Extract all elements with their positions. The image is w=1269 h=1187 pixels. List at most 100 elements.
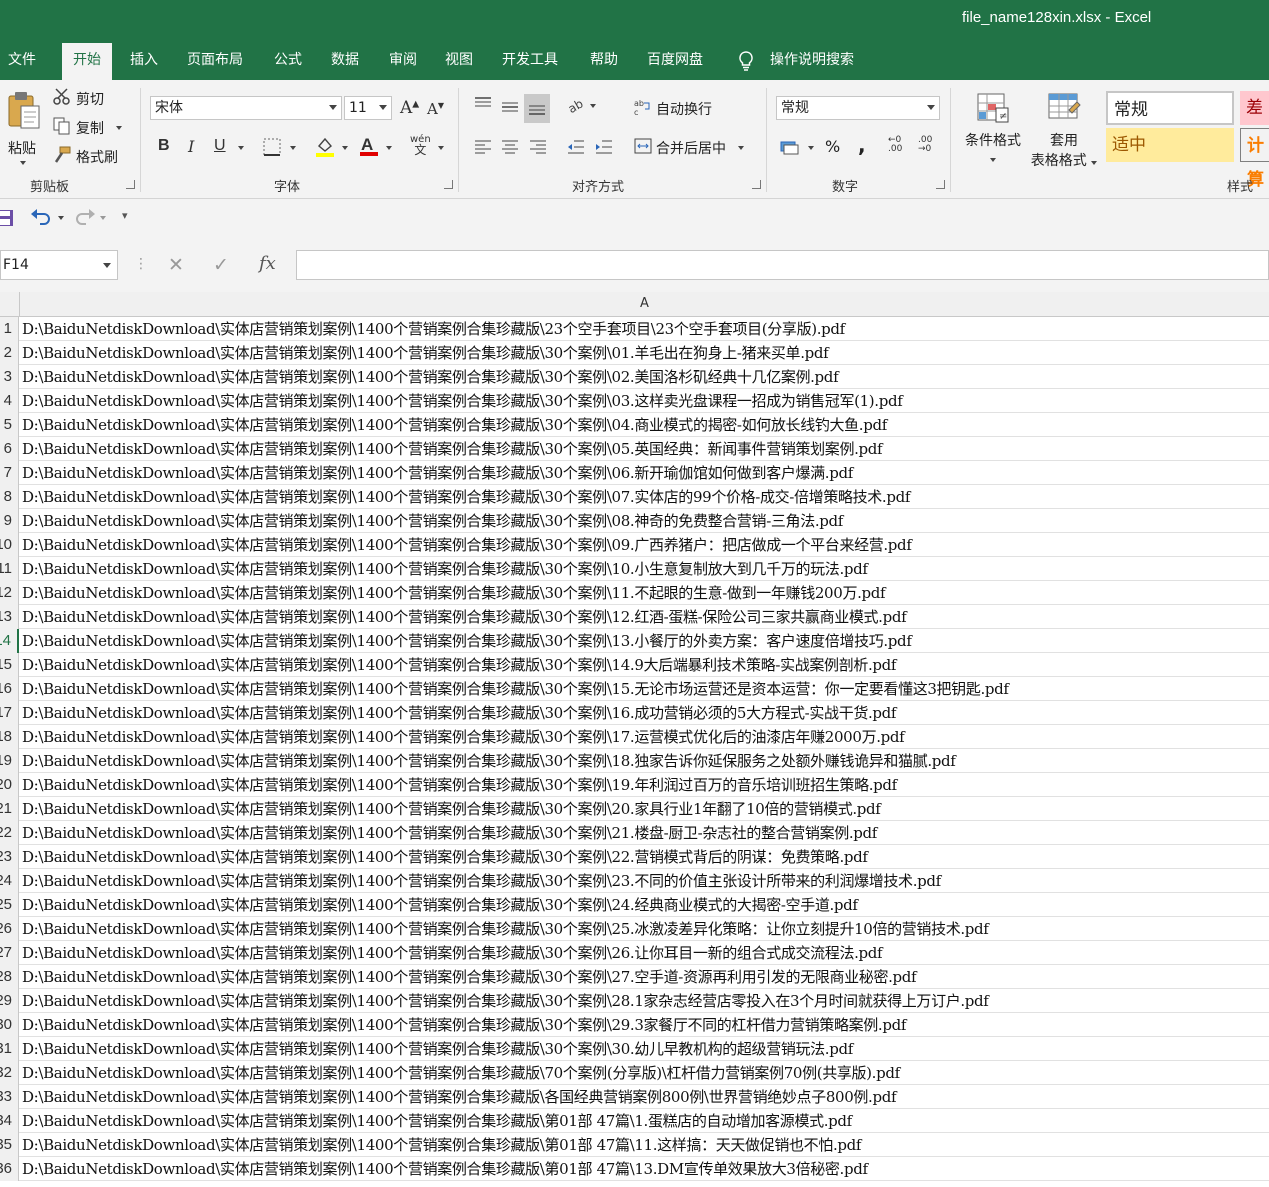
row-header[interactable]: 15 bbox=[0, 653, 19, 677]
row-header[interactable]: 10 bbox=[0, 533, 19, 557]
row-header[interactable]: 33 bbox=[0, 1085, 19, 1109]
phonetic-icon[interactable]: wén 文 bbox=[410, 134, 431, 157]
font-size-combo[interactable]: 11 bbox=[344, 96, 392, 120]
row-header[interactable]: 28 bbox=[0, 965, 19, 989]
row-header[interactable]: 1 bbox=[0, 317, 19, 341]
tab-file[interactable]: 文件 bbox=[0, 40, 44, 80]
row-header[interactable]: 19 bbox=[0, 749, 19, 773]
row-header[interactable]: 5 bbox=[0, 413, 19, 437]
currency-dropdown[interactable] bbox=[808, 146, 814, 150]
row-header[interactable]: 30 bbox=[0, 1013, 19, 1037]
save-icon[interactable] bbox=[0, 209, 14, 231]
cell[interactable]: D:\BaiduNetdiskDownload\实体店营销策划案例\1400个营… bbox=[22, 485, 910, 509]
wrap-text-button[interactable]: ab c 自动换行 bbox=[634, 98, 712, 120]
tab-help[interactable]: 帮助 bbox=[582, 40, 626, 80]
borders-icon[interactable] bbox=[263, 138, 281, 160]
cell[interactable]: D:\BaiduNetdiskDownload\实体店营销策划案例\1400个营… bbox=[22, 1133, 861, 1157]
align-left-icon[interactable] bbox=[473, 138, 493, 160]
row-header[interactable]: 12 bbox=[0, 581, 19, 605]
cell[interactable]: D:\BaiduNetdiskDownload\实体店营销策划案例\1400个营… bbox=[22, 1109, 852, 1133]
decrease-font-button[interactable]: A▼ bbox=[427, 100, 444, 118]
row-header[interactable]: 6 bbox=[0, 437, 19, 461]
row-header[interactable]: 13 bbox=[0, 605, 19, 629]
enter-icon[interactable]: ✓ bbox=[213, 254, 229, 276]
tab-review[interactable]: 审阅 bbox=[381, 40, 425, 80]
style-bad[interactable]: 差 bbox=[1240, 91, 1269, 125]
style-normal[interactable]: 常规 bbox=[1106, 91, 1234, 125]
cell[interactable]: D:\BaiduNetdiskDownload\实体店营销策划案例\1400个营… bbox=[22, 509, 843, 533]
cell[interactable]: D:\BaiduNetdiskDownload\实体店营销策划案例\1400个营… bbox=[22, 989, 989, 1013]
row-header[interactable]: 2 bbox=[0, 341, 19, 365]
cell[interactable]: D:\BaiduNetdiskDownload\实体店营销策划案例\1400个营… bbox=[22, 965, 917, 989]
tab-data[interactable]: 数据 bbox=[323, 40, 367, 80]
paste-button[interactable]: 粘贴 bbox=[4, 88, 44, 170]
font-color-dropdown[interactable] bbox=[386, 146, 392, 150]
italic-button[interactable]: I bbox=[188, 137, 194, 156]
percent-button[interactable]: % bbox=[825, 137, 840, 156]
font-name-combo[interactable]: 宋体 bbox=[150, 96, 342, 120]
cell[interactable]: D:\BaiduNetdiskDownload\实体店营销策划案例\1400个营… bbox=[22, 365, 839, 389]
cell[interactable]: D:\BaiduNetdiskDownload\实体店营销策划案例\1400个营… bbox=[22, 677, 1009, 701]
cell[interactable]: D:\BaiduNetdiskDownload\实体店营销策划案例\1400个营… bbox=[22, 653, 896, 677]
formula-bar-splitter[interactable]: ⋮ bbox=[134, 256, 148, 272]
row-header[interactable]: 16 bbox=[0, 677, 19, 701]
cell[interactable]: D:\BaiduNetdiskDownload\实体店营销策划案例\1400个营… bbox=[22, 1061, 900, 1085]
phonetic-dropdown[interactable] bbox=[438, 146, 444, 150]
clipboard-launcher[interactable] bbox=[126, 180, 135, 189]
conditional-format-button[interactable]: ≠ 条件格式 bbox=[960, 90, 1026, 170]
row-header[interactable]: 31 bbox=[0, 1037, 19, 1061]
align-top-icon[interactable] bbox=[473, 96, 493, 118]
style-neutral[interactable]: 适中 bbox=[1106, 128, 1234, 162]
row-header[interactable]: 20 bbox=[0, 773, 19, 797]
cell[interactable]: D:\BaiduNetdiskDownload\实体店营销策划案例\1400个营… bbox=[22, 629, 912, 653]
cell[interactable]: D:\BaiduNetdiskDownload\实体店营销策划案例\1400个营… bbox=[22, 821, 877, 845]
redo-icon[interactable] bbox=[74, 208, 96, 232]
row-header[interactable]: 24 bbox=[0, 869, 19, 893]
select-all-corner[interactable] bbox=[0, 292, 20, 316]
row-header[interactable]: 17 bbox=[0, 701, 19, 725]
cell[interactable]: D:\BaiduNetdiskDownload\实体店营销策划案例\1400个营… bbox=[22, 581, 886, 605]
undo-icon[interactable] bbox=[30, 208, 52, 232]
column-header-a[interactable]: A bbox=[20, 296, 1269, 311]
borders-dropdown[interactable] bbox=[290, 146, 296, 150]
fill-color-icon[interactable] bbox=[314, 136, 336, 162]
sheet-grid[interactable]: 1 D:\BaiduNetdiskDownload\实体店营销策划案例\1400个… bbox=[0, 317, 1269, 1187]
cell[interactable]: D:\BaiduNetdiskDownload\实体店营销策划案例\1400个营… bbox=[22, 1037, 853, 1061]
formula-input[interactable] bbox=[296, 250, 1269, 280]
style-calculation[interactable]: 计算 bbox=[1240, 128, 1269, 190]
format-as-table-button[interactable]: 套用 表格格式 bbox=[1028, 90, 1100, 170]
cut-button[interactable]: 剪切 bbox=[52, 88, 104, 110]
row-header[interactable]: 23 bbox=[0, 845, 19, 869]
row-header[interactable]: 27 bbox=[0, 941, 19, 965]
row-header[interactable]: 8 bbox=[0, 485, 19, 509]
merge-center-button[interactable]: 合并后居中 bbox=[634, 137, 744, 159]
tab-page-layout[interactable]: 页面布局 bbox=[179, 40, 251, 80]
cell[interactable]: D:\BaiduNetdiskDownload\实体店营销策划案例\1400个营… bbox=[22, 1157, 868, 1181]
cell[interactable]: D:\BaiduNetdiskDownload\实体店营销策划案例\1400个营… bbox=[22, 317, 845, 341]
name-box-dropdown[interactable] bbox=[103, 263, 111, 268]
fill-color-dropdown[interactable] bbox=[342, 146, 348, 150]
cell[interactable]: D:\BaiduNetdiskDownload\实体店营销策划案例\1400个营… bbox=[22, 725, 905, 749]
underline-dropdown[interactable] bbox=[238, 146, 244, 150]
row-header[interactable]: 36 bbox=[0, 1157, 19, 1181]
format-painter-button[interactable]: 格式刷 bbox=[52, 146, 118, 168]
comma-button[interactable]: , bbox=[858, 133, 866, 157]
tab-developer[interactable]: 开发工具 bbox=[494, 40, 566, 80]
tab-tell-me[interactable]: 操作说明搜索 bbox=[762, 40, 862, 80]
cell[interactable]: D:\BaiduNetdiskDownload\实体店营销策划案例\1400个营… bbox=[22, 605, 907, 629]
cell[interactable]: D:\BaiduNetdiskDownload\实体店营销策划案例\1400个营… bbox=[22, 869, 941, 893]
increase-decimal-icon[interactable]: ←0.00 bbox=[888, 136, 902, 154]
align-bottom-icon[interactable] bbox=[524, 94, 550, 123]
name-box[interactable]: F14 bbox=[0, 250, 118, 280]
align-right-icon[interactable] bbox=[528, 138, 548, 160]
merge-dropdown[interactable] bbox=[738, 146, 744, 150]
align-middle-icon[interactable] bbox=[500, 98, 520, 120]
cell[interactable]: D:\BaiduNetdiskDownload\实体店营销策划案例\1400个营… bbox=[22, 797, 881, 821]
font-launcher[interactable] bbox=[444, 180, 453, 189]
cell[interactable]: D:\BaiduNetdiskDownload\实体店营销策划案例\1400个营… bbox=[22, 461, 853, 485]
row-header[interactable]: 7 bbox=[0, 461, 19, 485]
cell[interactable]: D:\BaiduNetdiskDownload\实体店营销策划案例\1400个营… bbox=[22, 701, 896, 725]
bold-button[interactable]: B bbox=[158, 137, 170, 155]
cancel-icon[interactable]: ✕ bbox=[168, 254, 184, 276]
row-header[interactable]: 9 bbox=[0, 509, 19, 533]
